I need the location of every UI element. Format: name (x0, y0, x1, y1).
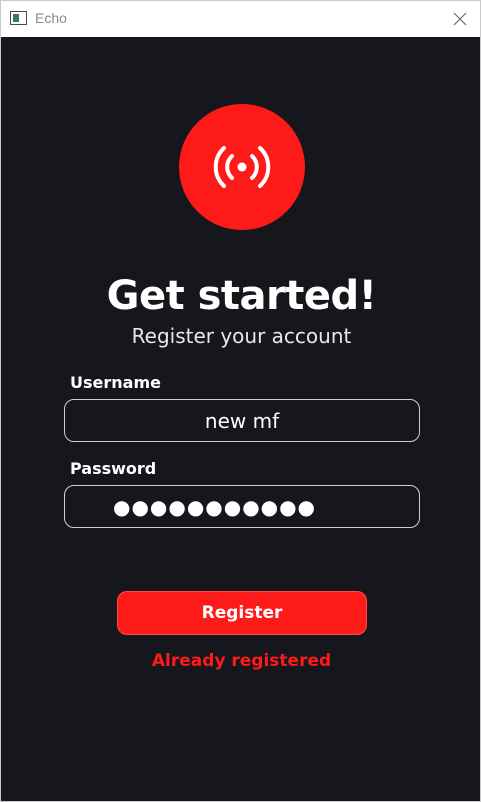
username-field[interactable] (64, 399, 420, 442)
page-subtitle: Register your account (131, 324, 352, 348)
title-bar: Echo (1, 1, 480, 37)
broadcast-icon (213, 146, 271, 188)
app-logo (179, 104, 305, 230)
close-button[interactable] (440, 1, 480, 37)
app-window: Echo Get started! Register your account … (0, 0, 481, 802)
password-field[interactable] (64, 485, 420, 528)
status-message: Already registered (151, 651, 332, 671)
window-title: Echo (35, 10, 67, 26)
password-label: Password (70, 459, 157, 478)
register-panel: Get started! Register your account Usern… (1, 37, 480, 801)
page-title: Get started! (106, 273, 377, 319)
close-icon (453, 12, 467, 26)
register-button[interactable]: Register (117, 591, 367, 635)
username-label: Username (70, 373, 161, 392)
app-window-icon (10, 11, 27, 25)
